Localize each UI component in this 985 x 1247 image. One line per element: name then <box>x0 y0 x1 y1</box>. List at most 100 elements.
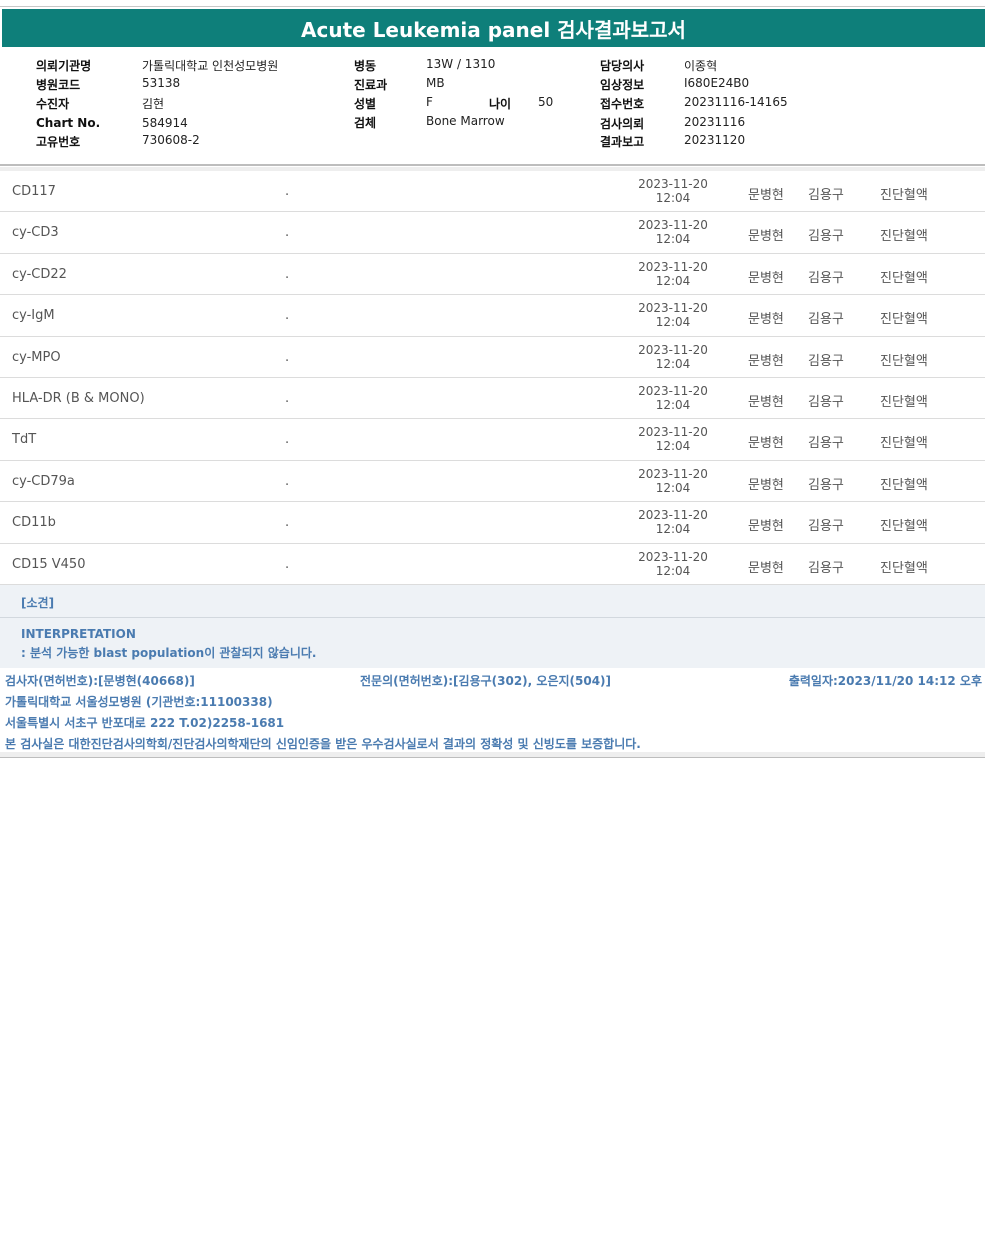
tester-name: 문병현 <box>748 394 784 410</box>
test-time: 12:04 <box>655 191 691 205</box>
specialist-name: 김용구 <box>808 519 844 535</box>
ward-value: 13W / 1310 <box>426 57 496 71</box>
test-name: cy-CD3 <box>12 225 59 241</box>
test-datetime: 2023-11-20 12:04 <box>620 260 726 288</box>
chart-no-label: Chart No. <box>36 116 101 130</box>
table-row: cy-MPO . 2023-11-20 12:04 문병현 김용구 진단혈액 <box>0 337 985 378</box>
test-datetime: 2023-11-20 12:04 <box>620 301 726 329</box>
test-date: 2023-11-20 <box>638 425 708 440</box>
test-datetime: 2023-11-20 12:04 <box>620 508 726 536</box>
sex-label: 성별 <box>354 97 377 111</box>
test-name: cy-IgM <box>12 308 55 324</box>
info-divider <box>0 164 985 166</box>
tester-name: 문병현 <box>748 519 784 535</box>
test-value: . <box>285 556 290 572</box>
department-name: 진단혈액 <box>880 353 928 369</box>
tester-name: 문병현 <box>748 188 784 203</box>
specialist-name: 김용구 <box>808 188 844 203</box>
test-name: cy-CD22 <box>12 266 67 282</box>
interpretation-title: INTERPRETATION <box>21 627 136 641</box>
test-date: 2023-11-20 <box>638 549 708 564</box>
hospital-code-value: 53138 <box>142 76 181 90</box>
clinical-info-label: 임상정보 <box>600 78 645 92</box>
table-row: HLA-DR (B & MONO) . 2023-11-20 12:04 문병현 … <box>0 378 985 420</box>
table-row: cy-CD79a . 2023-11-20 12:04 문병현 김용구 진단혈액 <box>0 461 985 503</box>
top-divider <box>0 6 985 7</box>
doctor-value: 이종혁 <box>684 59 718 73</box>
test-datetime: 2023-11-20 12:04 <box>620 425 726 453</box>
test-time: 12:04 <box>655 563 691 578</box>
receipt-no-value: 20231116-14165 <box>684 95 788 109</box>
bottom-divider <box>0 752 985 758</box>
table-row: CD15 V450 . 2023-11-20 12:04 문병현 김용구 진단혈액 <box>0 544 985 585</box>
footer-tester: 검사자(면허번호):[문병현(40668)] <box>5 674 195 688</box>
test-datetime: 2023-11-20 12:04 <box>620 343 726 371</box>
test-time: 12:04 <box>655 273 691 288</box>
specimen-label: 검체 <box>354 116 377 130</box>
test-date: 2023-11-20 <box>638 508 708 523</box>
report-date-value: 20231120 <box>684 133 746 147</box>
test-time: 12:04 <box>655 522 691 537</box>
test-datetime: 2023-11-20 12:04 <box>620 218 726 246</box>
test-date: 2023-11-20 <box>638 342 708 357</box>
footer-address: 서울특별시 서초구 반포대로 222 T.02)2258-1681 <box>5 716 285 730</box>
report-footer: 검사자(면허번호):[문병현(40668)] 전문의(면허번호):[김용구(30… <box>0 668 985 752</box>
tester-name: 문병현 <box>748 560 784 576</box>
test-name: CD117 <box>12 184 56 199</box>
test-value: . <box>285 390 290 406</box>
department-name: 진단혈액 <box>880 312 928 328</box>
patient-value: 김현 <box>142 97 165 111</box>
test-time: 12:04 <box>655 315 691 330</box>
test-date: 2023-11-20 <box>638 466 708 481</box>
tester-name: 문병현 <box>748 312 784 328</box>
table-row: TdT . 2023-11-20 12:04 문병현 김용구 진단혈액 <box>0 419 985 461</box>
table-row: cy-CD22 . 2023-11-20 12:04 문병현 김용구 진단혈액 <box>0 254 985 296</box>
department-name: 진단혈액 <box>880 229 928 245</box>
specialist-name: 김용구 <box>808 229 844 245</box>
department-name: 진단혈액 <box>880 188 928 203</box>
footer-specialist: 전문의(면허번호):[김용구(302), 오은지(504)] <box>360 674 612 688</box>
footer-institution: 가톨릭대학교 서울성모병원 (기관번호:11100338) <box>5 695 273 709</box>
tester-name: 문병현 <box>748 353 784 369</box>
test-datetime: 2023-11-20 12:04 <box>620 177 726 205</box>
table-row: CD11b . 2023-11-20 12:04 문병현 김용구 진단혈액 <box>0 502 985 544</box>
receipt-no-label: 접수번호 <box>600 97 645 111</box>
test-value: . <box>285 225 290 241</box>
test-datetime: 2023-11-20 12:04 <box>620 384 726 412</box>
institution-value: 가톨릭대학교 인천성모병원 <box>142 59 279 73</box>
department-name: 진단혈액 <box>880 519 928 535</box>
test-name: TdT <box>12 432 37 448</box>
age-label: 나이 <box>489 97 512 111</box>
patient-info: 의뢰기관명 가톨릭대학교 인천성모병원 병원코드 53138 수진자 김현 Ch… <box>0 48 985 164</box>
tester-name: 문병현 <box>748 229 784 245</box>
result-table: CD117 . 2023-11-20 12:04 문병현 김용구 진단혈액 cy-… <box>0 171 985 585</box>
footer-certification: 본 검사실은 대한진단검사의학회/진단검사의학재단의 신임인증을 받은 우수검사… <box>5 737 641 751</box>
department-name: 진단혈액 <box>880 560 928 576</box>
test-value: . <box>285 308 290 324</box>
test-date: 2023-11-20 <box>638 177 708 191</box>
test-name: HLA-DR (B & MONO) <box>12 390 145 406</box>
test-datetime: 2023-11-20 12:04 <box>620 550 726 578</box>
request-date-value: 20231116 <box>684 115 746 129</box>
test-name: CD11b <box>12 515 56 531</box>
tester-name: 문병현 <box>748 436 784 452</box>
table-row: CD117 . 2023-11-20 12:04 문병현 김용구 진단혈액 <box>0 171 985 213</box>
footer-print-date: 출력일자:2023/11/20 14:12 오후 <box>788 674 982 688</box>
opinion-section: [소견] INTERPRETATION : 분석 가능한 blast popul… <box>0 585 985 668</box>
test-date: 2023-11-20 <box>638 218 708 233</box>
report-date-label: 결과보고 <box>600 135 645 149</box>
table-row: cy-IgM . 2023-11-20 12:04 문병현 김용구 진단혈액 <box>0 295 985 337</box>
report-title: Acute Leukemia panel 검사결과보고서 <box>2 9 985 47</box>
tester-name: 문병현 <box>748 477 784 493</box>
test-date: 2023-11-20 <box>638 301 708 316</box>
specialist-name: 김용구 <box>808 477 844 493</box>
ward-label: 병동 <box>354 59 377 73</box>
table-row: cy-CD3 . 2023-11-20 12:04 문병현 김용구 진단혈액 <box>0 212 985 254</box>
test-value: . <box>285 432 290 448</box>
test-time: 12:04 <box>655 397 691 412</box>
specialist-name: 김용구 <box>808 436 844 452</box>
test-value: . <box>285 184 290 199</box>
department-value: MB <box>426 76 445 90</box>
specimen-value: Bone Marrow <box>426 114 505 128</box>
test-name: CD15 V450 <box>12 556 86 572</box>
